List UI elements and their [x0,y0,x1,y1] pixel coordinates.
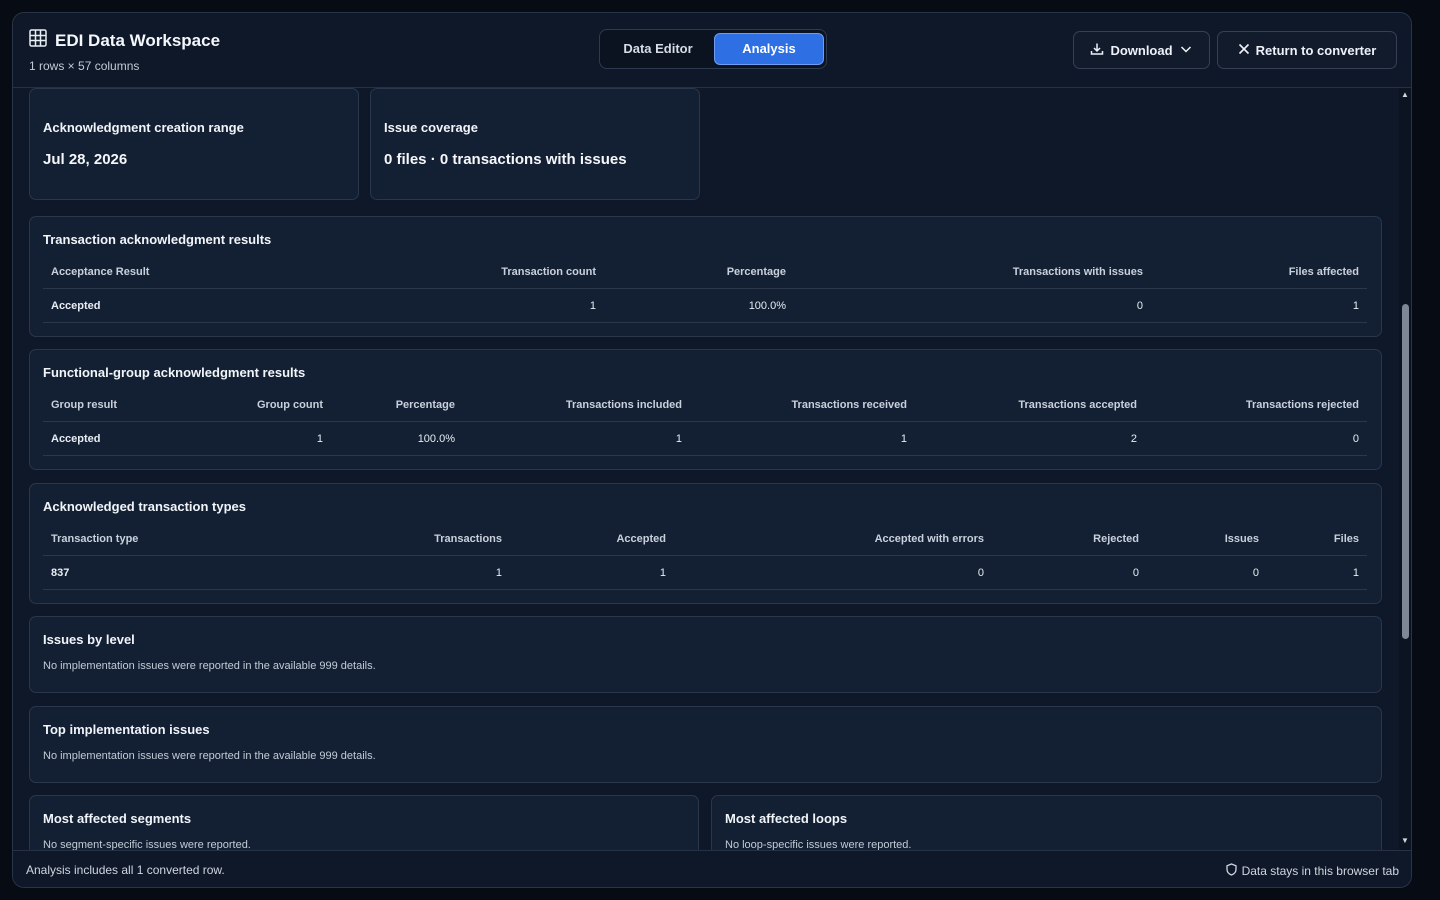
table-cell: 100.0% [331,421,463,456]
column-header: Issues [1147,522,1267,556]
column-header: Percentage [604,255,794,289]
loops-note: No loop-specific issues were reported. [725,839,912,850]
table-cell: 1 [510,555,674,590]
column-header: Transactions received [690,388,915,422]
issue-coverage-title: Issue coverage [384,120,478,135]
title-row: EDI Data Workspace [29,29,220,52]
view-switcher: Data Editor Analysis [599,29,827,69]
analysis-scope-text: Analysis includes all 1 converted row. [26,863,225,877]
table-cell: 1 [1151,288,1367,323]
scroll-up-icon[interactable]: ▲ [1401,90,1409,99]
creation-range-value: Jul 28, 2026 [43,151,128,168]
issues-by-level-card: Issues by level No implementation issues… [29,616,1382,693]
download-label: Download [1110,42,1173,58]
column-header: Transactions [243,522,510,556]
transaction-types-table: Transaction type Transactions Accepted A… [43,522,1367,590]
issue-coverage-value: 0 files · 0 transactions with issues [384,151,627,168]
column-header: Transactions rejected [1145,388,1367,422]
segments-note: No segment-specific issues were reported… [43,839,251,850]
top-issues-note: No implementation issues were reported i… [43,750,376,762]
table-header-row: Acceptance Result Transaction count Perc… [43,255,1367,289]
tab-data-editor[interactable]: Data Editor [604,33,712,65]
table-row: 837 1 1 0 0 0 1 [43,555,1367,590]
table-row: Accepted 1 100.0% 0 1 [43,288,1367,323]
group-results-card: Functional-group acknowledgment results … [29,349,1382,470]
shield-icon [1225,863,1238,879]
table-cell: 1 [293,288,604,323]
privacy-notice-text: Data stays in this browser tab [1241,864,1399,878]
issues-by-level-note: No implementation issues were reported i… [43,660,376,672]
download-button[interactable]: Download [1073,31,1210,69]
column-header: Transactions with issues [794,255,1151,289]
column-header: Group result [43,388,163,422]
group-results-title: Functional-group acknowledgment results [43,365,306,380]
column-header: Rejected [992,522,1147,556]
scroll-down-icon[interactable]: ▼ [1401,836,1409,845]
table-row: Accepted 1 100.0% 1 1 2 0 [43,421,1367,456]
column-header: Files [1267,522,1367,556]
page-title: EDI Data Workspace [55,30,221,50]
transaction-results-card: Transaction acknowledgment results Accep… [29,216,1382,337]
loops-card: Most affected loops No loop-specific iss… [711,795,1382,850]
download-icon [1090,42,1104,59]
table-header-row: Transaction type Transactions Accepted A… [43,522,1367,556]
chevron-down-icon [1179,42,1193,59]
table-cell: 1 [463,421,690,456]
return-label: Return to converter [1255,42,1377,58]
privacy-notice: Data stays in this browser tab [1225,863,1399,879]
column-header: Transactions included [463,388,690,422]
column-header: Files affected [1151,255,1367,289]
table-cell: 0 [674,555,992,590]
table-cell: 1 [1267,555,1367,590]
transaction-results-title: Transaction acknowledgment results [43,232,272,247]
top-issues-title: Top implementation issues [43,722,210,737]
table-header-row: Group result Group count Percentage Tran… [43,388,1367,422]
group-results-table: Group result Group count Percentage Tran… [43,388,1367,456]
tab-analysis[interactable]: Analysis [714,33,824,65]
top-issues-card: Top implementation issues No implementat… [29,706,1382,783]
column-header: Accepted [510,522,674,556]
transaction-results-table: Acceptance Result Transaction count Perc… [43,255,1367,323]
column-header: Transaction count [293,255,604,289]
column-header: Transaction type [43,522,243,556]
analysis-content: Acknowledgment creation range Jul 28, 20… [13,88,1399,850]
table-cell: 1 [243,555,510,590]
workspace-window: EDI Data Workspace 1 rows × 57 columns D… [12,12,1412,888]
table-cell: 0 [1147,555,1267,590]
return-to-converter-button[interactable]: Return to converter [1217,31,1397,69]
column-header: Transactions accepted [915,388,1145,422]
workspace-header: EDI Data Workspace 1 rows × 57 columns D… [13,13,1411,88]
loops-title: Most affected loops [725,811,848,826]
transaction-types-card: Acknowledged transaction types Transacti… [29,483,1382,604]
status-footer: Analysis includes all 1 converted row. D… [13,850,1411,887]
segments-card: Most affected segments No segment-specif… [29,795,699,850]
table-cell: 837 [43,555,243,590]
table-cell: 1 [163,421,331,456]
dimensions-label: 1 rows × 57 columns [29,59,140,73]
close-icon [1238,43,1250,58]
table-cell: 0 [1145,421,1367,456]
creation-range-card: Acknowledgment creation range Jul 28, 20… [29,88,359,200]
issue-coverage-card: Issue coverage 0 files · 0 transactions … [370,88,700,200]
table-cell: 2 [915,421,1145,456]
vertical-scrollbar[interactable]: ▲ ▼ [1399,88,1411,850]
table-cell: 100.0% [604,288,794,323]
transaction-types-title: Acknowledged transaction types [43,499,246,514]
table-cell: 0 [992,555,1147,590]
table-cell: Accepted [43,288,293,323]
table-cell: 1 [690,421,915,456]
table-cell: 0 [794,288,1151,323]
column-header: Group count [163,388,331,422]
table-cell: Accepted [43,421,163,456]
scroll-thumb[interactable] [1402,304,1409,639]
column-header: Percentage [331,388,463,422]
column-header: Accepted with errors [674,522,992,556]
table-grid-icon [29,29,47,52]
title-block: EDI Data Workspace 1 rows × 57 columns [29,29,220,73]
creation-range-title: Acknowledgment creation range [43,120,244,135]
segments-title: Most affected segments [43,811,192,826]
column-header: Acceptance Result [43,255,293,289]
issues-by-level-title: Issues by level [43,632,135,647]
